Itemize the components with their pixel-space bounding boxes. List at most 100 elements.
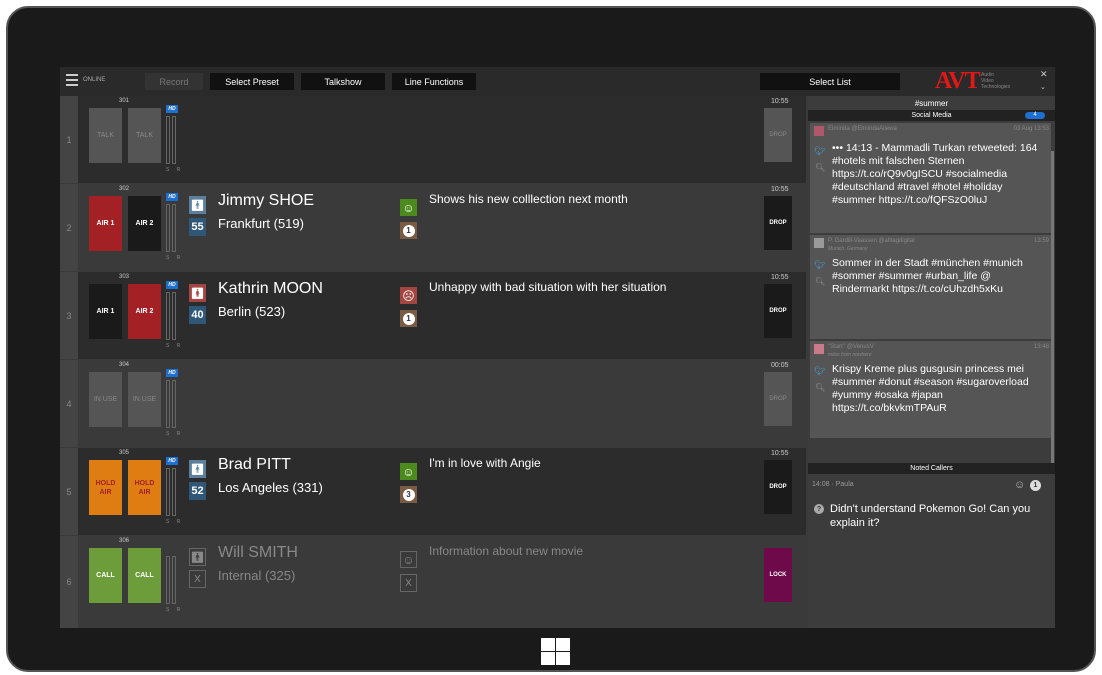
windows-logo-icon[interactable]: [541, 638, 571, 666]
extension: 304: [119, 362, 130, 368]
hd-icon: HD: [166, 281, 178, 289]
hd-icon: HD: [166, 105, 178, 113]
air-2-button[interactable]: AIR 2: [128, 196, 161, 251]
menu-icon[interactable]: [66, 74, 78, 86]
caller-age: 40: [189, 306, 206, 324]
call-topic[interactable]: Shows his new colllection next month: [429, 192, 628, 206]
call-topic[interactable]: Information about new movie: [429, 544, 583, 558]
sidebar: #summer Social Media 4 Elminda @ElmindaA…: [808, 96, 1055, 628]
drop-button[interactable]: DROP: [764, 196, 792, 250]
noted-callers-panel: Noted Callers 14:08 · Paula ☺ 1 ? Didn't…: [808, 463, 1055, 628]
male-icon: 🚹︎: [189, 548, 206, 566]
noted-question[interactable]: Didn't understand Pokemon Go! Can you ex…: [830, 502, 1050, 530]
line-button-2[interactable]: TALK: [128, 108, 161, 163]
line-number: 4: [60, 360, 78, 447]
meter-label: S R: [166, 519, 184, 525]
avatar: [814, 344, 824, 354]
hd-icon: HD: [166, 193, 178, 201]
line-button-2[interactable]: IN USE: [128, 372, 161, 427]
select-preset-button[interactable]: Select Preset: [210, 73, 294, 90]
level-meter-r: [172, 204, 176, 252]
noted-callers-header: Noted Callers: [808, 463, 1055, 474]
happy-face-icon[interactable]: ☺: [400, 463, 417, 480]
question-icon: ?: [814, 504, 824, 514]
call-topic[interactable]: Unhappy with bad situation with her situ…: [429, 280, 666, 294]
air-2-button[interactable]: AIR 2: [128, 284, 161, 339]
twitter-icon: 🐦︎: [814, 260, 826, 270]
noted-meta: 14:08 · Paula: [812, 481, 854, 488]
caller-name[interactable]: Will SMITH: [218, 544, 298, 562]
call-button-2[interactable]: CALL: [128, 548, 161, 603]
drop-button[interactable]: DROP: [764, 284, 792, 338]
call-button-1[interactable]: CALL: [89, 548, 122, 603]
line-row-1: 1 301 TALK TALK HD S R 10:55 DROP: [60, 96, 806, 183]
line-row-3: 3 303 AIR 1 AIR 2 HD S R 🚺︎ 40 Kathrin M…: [60, 272, 806, 359]
line-button-1[interactable]: IN USE: [89, 372, 122, 427]
air-1-button[interactable]: AIR 1: [89, 196, 122, 251]
line-number: 6: [60, 536, 78, 628]
air-1-button[interactable]: AIR 1: [89, 284, 122, 339]
meter-label: S R: [166, 255, 184, 261]
close-icon[interactable]: ✕: [1040, 69, 1048, 80]
select-list-button[interactable]: Select List: [760, 73, 900, 90]
call-count-empty: X: [400, 574, 417, 592]
tweet-text: Sommer in der Stadt #münchen #munich #so…: [832, 257, 1023, 295]
avt-logo: AVT Audio Video Technologies: [935, 68, 1011, 94]
line-number: 2: [60, 184, 78, 271]
level-meter-r: [172, 116, 176, 164]
tweet-card[interactable]: P. Gardill-Vaassen @alltagdigital Munich…: [810, 235, 1051, 339]
drop-button[interactable]: DROP: [764, 460, 792, 514]
line-row-4: 4 304 IN USE IN USE HD S R 00:05 DROP: [60, 360, 806, 447]
level-meter-s: [166, 292, 170, 340]
search-icon[interactable]: 🔍︎: [815, 383, 825, 392]
level-meter-s: [166, 468, 170, 516]
sad-face-icon[interactable]: ☹: [400, 287, 417, 304]
line-functions-button[interactable]: Line Functions: [392, 73, 476, 90]
caller-name[interactable]: Kathrin MOON: [218, 280, 323, 298]
call-topic[interactable]: I'm in love with Angie: [429, 456, 541, 470]
level-meter-s: [166, 116, 170, 164]
drop-button[interactable]: DROP: [764, 108, 792, 162]
social-count-badge: 4: [1025, 112, 1045, 119]
avatar: [814, 238, 824, 248]
lock-button[interactable]: LOCK: [764, 548, 792, 602]
online-status: ONLINE: [83, 77, 106, 83]
meter-label: S R: [166, 607, 184, 613]
caller-city: Los Angeles (331): [218, 480, 323, 495]
top-bar: ONLINE Record Select Preset Talkshow Lin…: [60, 67, 1055, 96]
scrollbar[interactable]: [1051, 151, 1054, 464]
search-icon[interactable]: 🔍︎: [815, 163, 825, 172]
meter-label: S R: [166, 167, 184, 173]
tweet-text: ••• 14:13 - Mammadli Turkan retweeted: 1…: [832, 142, 1038, 206]
happy-face-icon[interactable]: ☺: [400, 199, 417, 216]
hold-air-button-1[interactable]: HOLD AIR: [89, 460, 122, 515]
chevron-down-icon[interactable]: ⌄: [1040, 83, 1046, 91]
caller-age-empty: X: [189, 570, 206, 588]
talkshow-button[interactable]: Talkshow: [301, 73, 385, 90]
extension: 306: [119, 538, 130, 544]
tweet-date: 13:59: [1033, 238, 1049, 244]
tweet-card[interactable]: Elminda @ElmindaAliewa 03 Aug 13:53 🐦︎ 🔍…: [810, 123, 1051, 233]
record-button[interactable]: Record: [145, 73, 203, 90]
caller-age: 55: [189, 218, 206, 236]
app-screen: ONLINE Record Select Preset Talkshow Lin…: [60, 67, 1055, 628]
extension: 305: [119, 450, 130, 456]
caller-city: Berlin (523): [218, 304, 286, 319]
extension: 301: [119, 98, 130, 104]
neutral-face-icon[interactable]: ☺: [400, 551, 417, 568]
level-meter-s: [166, 204, 170, 252]
caller-name[interactable]: Jimmy SHOE: [218, 192, 314, 210]
hold-air-button-2[interactable]: HOLD AIR: [128, 460, 161, 515]
male-icon: 🚹︎: [189, 196, 206, 214]
line-time: 10:55: [771, 450, 789, 457]
tweet-user: Elminda @ElmindaAliewa: [828, 126, 897, 132]
caller-name[interactable]: Brad PITT: [218, 456, 291, 474]
level-meter-s: [166, 380, 170, 428]
line-button-1[interactable]: TALK: [89, 108, 122, 163]
tweet-card[interactable]: "Starr" @VenusV miles from nowhere 13:48…: [810, 341, 1051, 438]
search-icon[interactable]: 🔍︎: [815, 277, 825, 286]
drop-button[interactable]: DROP: [764, 372, 792, 426]
call-count: 1: [400, 310, 417, 327]
caller-city: Internal (325): [218, 568, 296, 583]
line-time: 10:55: [771, 274, 789, 281]
